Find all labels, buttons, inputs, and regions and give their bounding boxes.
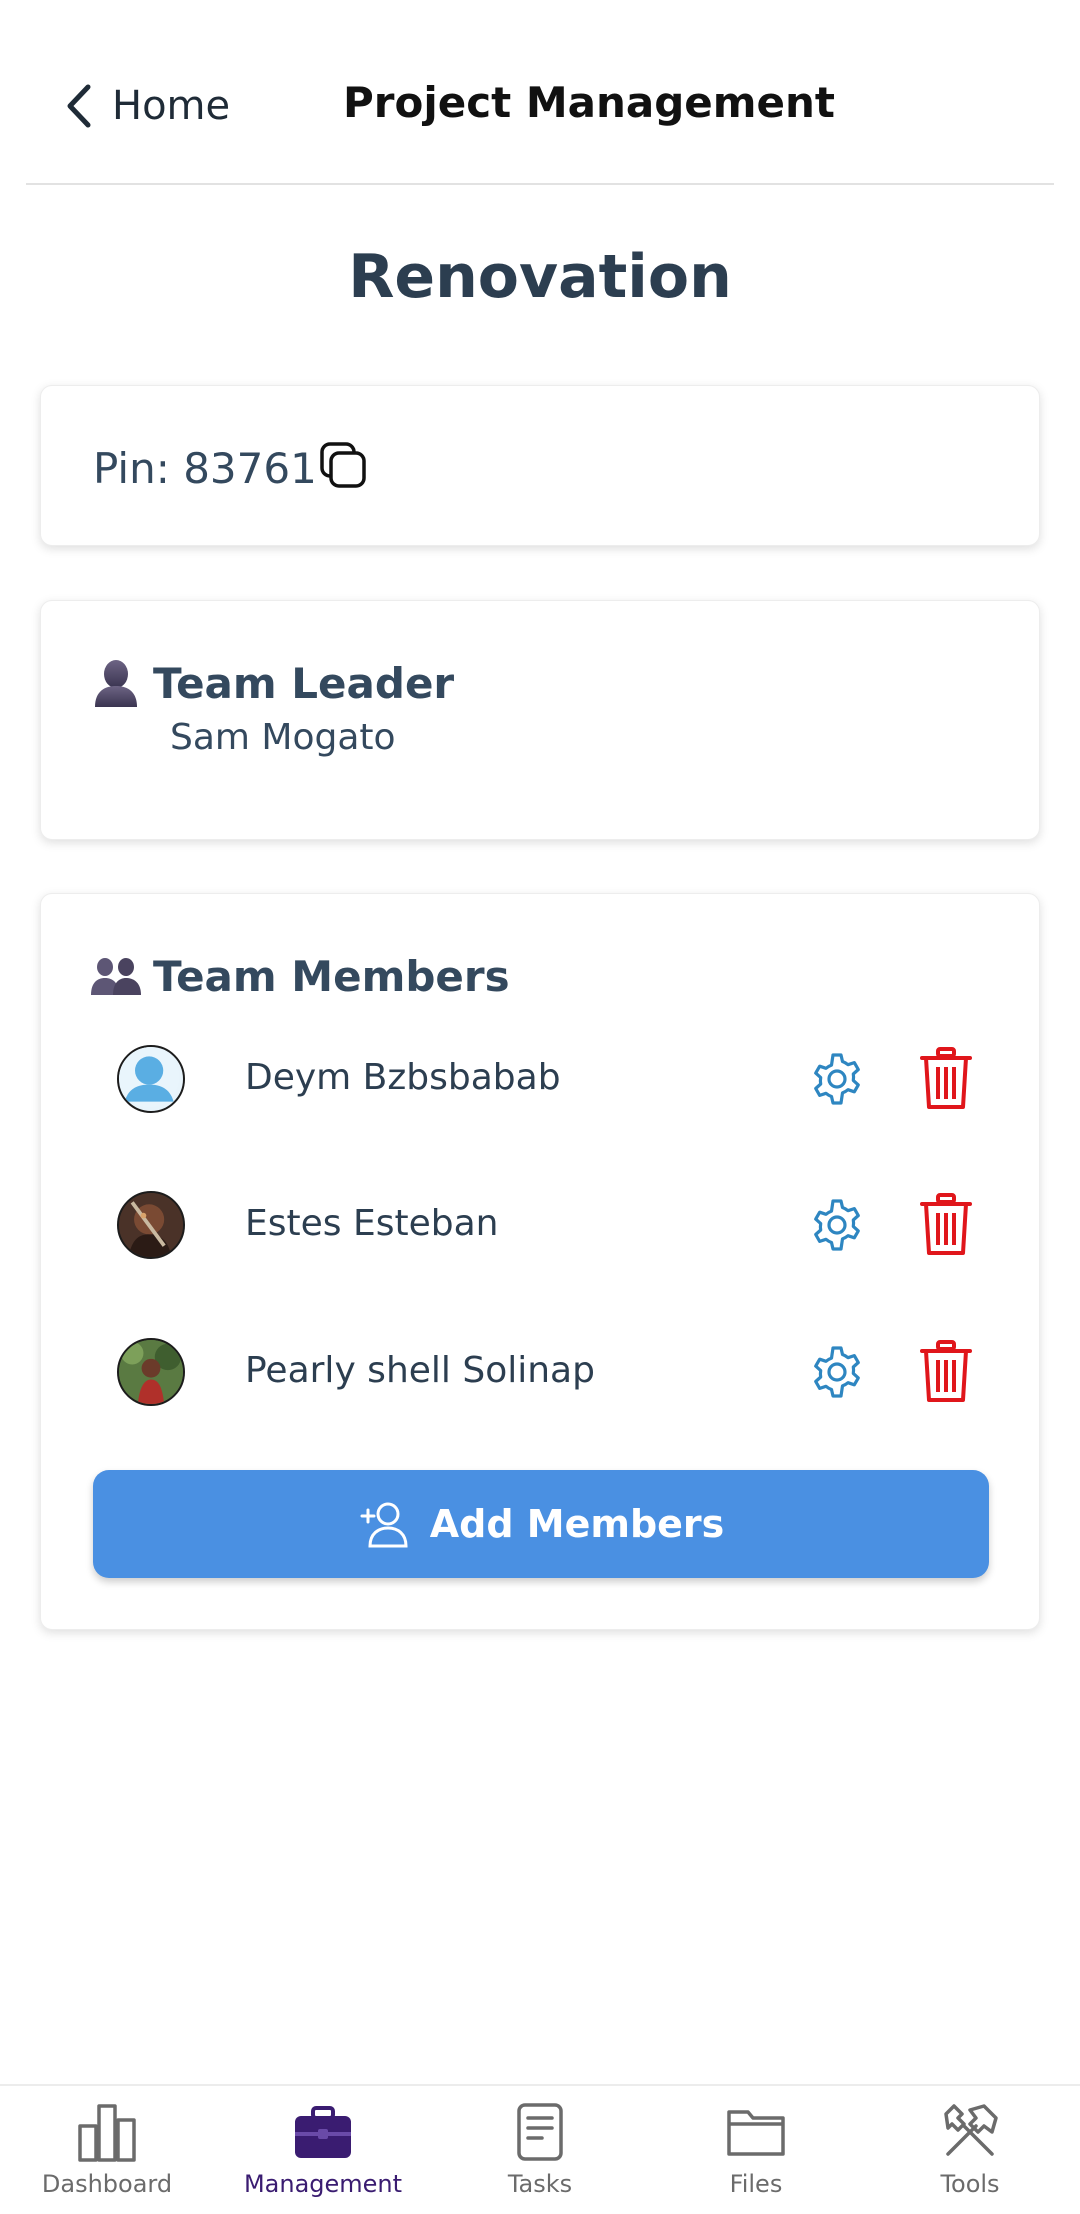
team-leader-heading: Team Leader (153, 659, 455, 708)
add-members-label: Add Members (429, 1502, 725, 1546)
member-row: Estes Esteban (117, 1191, 997, 1261)
add-members-button[interactable]: Add Members (93, 1470, 989, 1578)
avatar[interactable] (117, 1191, 185, 1259)
folder-icon (727, 2110, 785, 2156)
trash-icon[interactable] (919, 1340, 973, 1404)
back-label: Home (112, 83, 231, 129)
briefcase-icon (295, 2106, 351, 2158)
project-management-screen: Home Project Management Renovation Pin: … (0, 0, 1080, 2214)
nav-label: Tools (940, 2170, 1000, 2198)
team-members-heading: Team Members (153, 952, 510, 1001)
back-button[interactable]: Home (62, 76, 230, 136)
chevron-left-icon (67, 84, 91, 128)
header-title: Project Management (343, 78, 835, 127)
gear-icon[interactable] (809, 1197, 865, 1253)
trash-icon[interactable] (919, 1047, 973, 1111)
member-row: Pearly shell Solinap (117, 1338, 997, 1408)
team-leader-card: Team Leader Sam Mogato (40, 600, 1040, 840)
nav-item-tasks[interactable]: Tasks (440, 2102, 640, 2212)
nav-label: Management (243, 2170, 403, 2198)
member-name: Pearly shell Solinap (245, 1350, 595, 1391)
header-divider (26, 183, 1054, 185)
nav-label: Dashboard (41, 2170, 173, 2198)
trash-icon[interactable] (919, 1193, 973, 1257)
document-icon (517, 2103, 563, 2161)
people-icon (91, 958, 141, 995)
member-row: Deym Bzbsbabab (117, 1045, 997, 1115)
nav-item-dashboard[interactable]: Dashboard (7, 2102, 207, 2212)
header: Home Project Management (0, 0, 1080, 185)
pin-card: Pin: 83761 (40, 385, 1040, 546)
project-title: Renovation (348, 242, 732, 312)
avatar[interactable] (117, 1338, 185, 1406)
bottom-nav: Dashboard Management Tasks Files Tools (0, 2084, 1080, 2214)
nav-item-tools[interactable]: Tools (870, 2102, 1070, 2212)
team-members-card: Team Members Deym Bzbsbabab Estes Esteba… (40, 893, 1040, 1630)
add-user-icon (360, 1502, 408, 1548)
nav-label: Files (729, 2170, 783, 2198)
team-leader-name: Sam Mogato (170, 717, 396, 758)
tools-icon (944, 2104, 998, 2156)
nav-item-management[interactable]: Management (223, 2102, 423, 2212)
copy-icon[interactable] (318, 440, 368, 490)
member-name: Estes Esteban (245, 1203, 499, 1244)
pin-text: Pin: 83761 (93, 444, 317, 493)
bar-chart-icon (78, 2104, 136, 2162)
gear-icon[interactable] (809, 1344, 865, 1400)
member-name: Deym Bzbsbabab (245, 1057, 561, 1098)
person-icon (95, 660, 137, 707)
avatar[interactable] (117, 1045, 185, 1113)
gear-icon[interactable] (809, 1051, 865, 1107)
nav-label: Tasks (507, 2170, 573, 2198)
nav-item-files[interactable]: Files (656, 2102, 856, 2212)
